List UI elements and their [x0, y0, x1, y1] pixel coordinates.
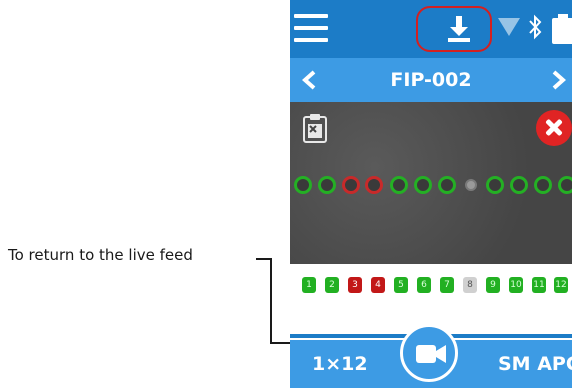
fiber-badge-5[interactable]: 5	[394, 277, 408, 293]
callout-line-vertical	[270, 258, 272, 344]
close-icon[interactable]	[536, 110, 572, 146]
report-icon[interactable]	[302, 112, 328, 144]
device-screen: FIP-002 1 2 3 4 5 6 7 8 9 10 11 12 1×12 …	[290, 0, 572, 388]
connector-type-label[interactable]: 1×12	[312, 340, 368, 388]
callout-label: To return to the live feed	[8, 246, 193, 264]
live-feed-button[interactable]	[400, 324, 458, 382]
fiber-5	[390, 176, 408, 194]
bottom-area: 1×12 SM APC	[290, 310, 572, 388]
fiber-12	[558, 176, 572, 194]
fiber-7	[438, 176, 456, 194]
fiber-badge-3[interactable]: 3	[348, 277, 362, 293]
fiber-badge-12[interactable]: 12	[554, 277, 568, 293]
fiber-3	[342, 176, 360, 194]
battery-icon	[552, 14, 572, 44]
bluetooth-icon	[529, 14, 542, 40]
fiber-badge-2[interactable]: 2	[325, 277, 339, 293]
download-icon	[448, 16, 470, 42]
wifi-icon	[498, 18, 520, 36]
fiber-2	[318, 176, 336, 194]
fiber-badge-9[interactable]: 9	[486, 277, 500, 293]
download-button[interactable]	[416, 6, 492, 52]
fiber-6	[414, 176, 432, 194]
fiber-1	[294, 176, 312, 194]
fiber-badge-10[interactable]: 10	[509, 277, 523, 293]
video-camera-icon	[416, 345, 446, 363]
fiber-badge-8[interactable]: 8	[463, 277, 477, 293]
fiber-4	[365, 176, 383, 194]
top-bar	[290, 0, 572, 58]
fiber-badge-4[interactable]: 4	[371, 277, 385, 293]
fiber-badge-11[interactable]: 11	[532, 277, 546, 293]
fiber-id-title: FIP-002	[390, 69, 472, 91]
fiber-11	[534, 176, 552, 194]
fiber-badge-1[interactable]: 1	[302, 277, 316, 293]
menu-icon[interactable]	[294, 14, 328, 42]
fiber-9	[486, 176, 504, 194]
chevron-right-icon[interactable]	[552, 70, 566, 90]
fiber-type-label[interactable]: SM APC	[498, 340, 572, 388]
fiber-row	[290, 176, 572, 196]
fiber-results-strip: 1 2 3 4 5 6 7 8 9 10 11 12	[290, 264, 572, 310]
fiber-badge-6[interactable]: 6	[417, 277, 431, 293]
fiber-badge-7[interactable]: 7	[440, 277, 454, 293]
fiber-image-view	[290, 102, 572, 264]
fiber-10	[510, 176, 528, 194]
nav-bar: FIP-002	[290, 58, 572, 102]
fiber-8	[465, 179, 477, 191]
